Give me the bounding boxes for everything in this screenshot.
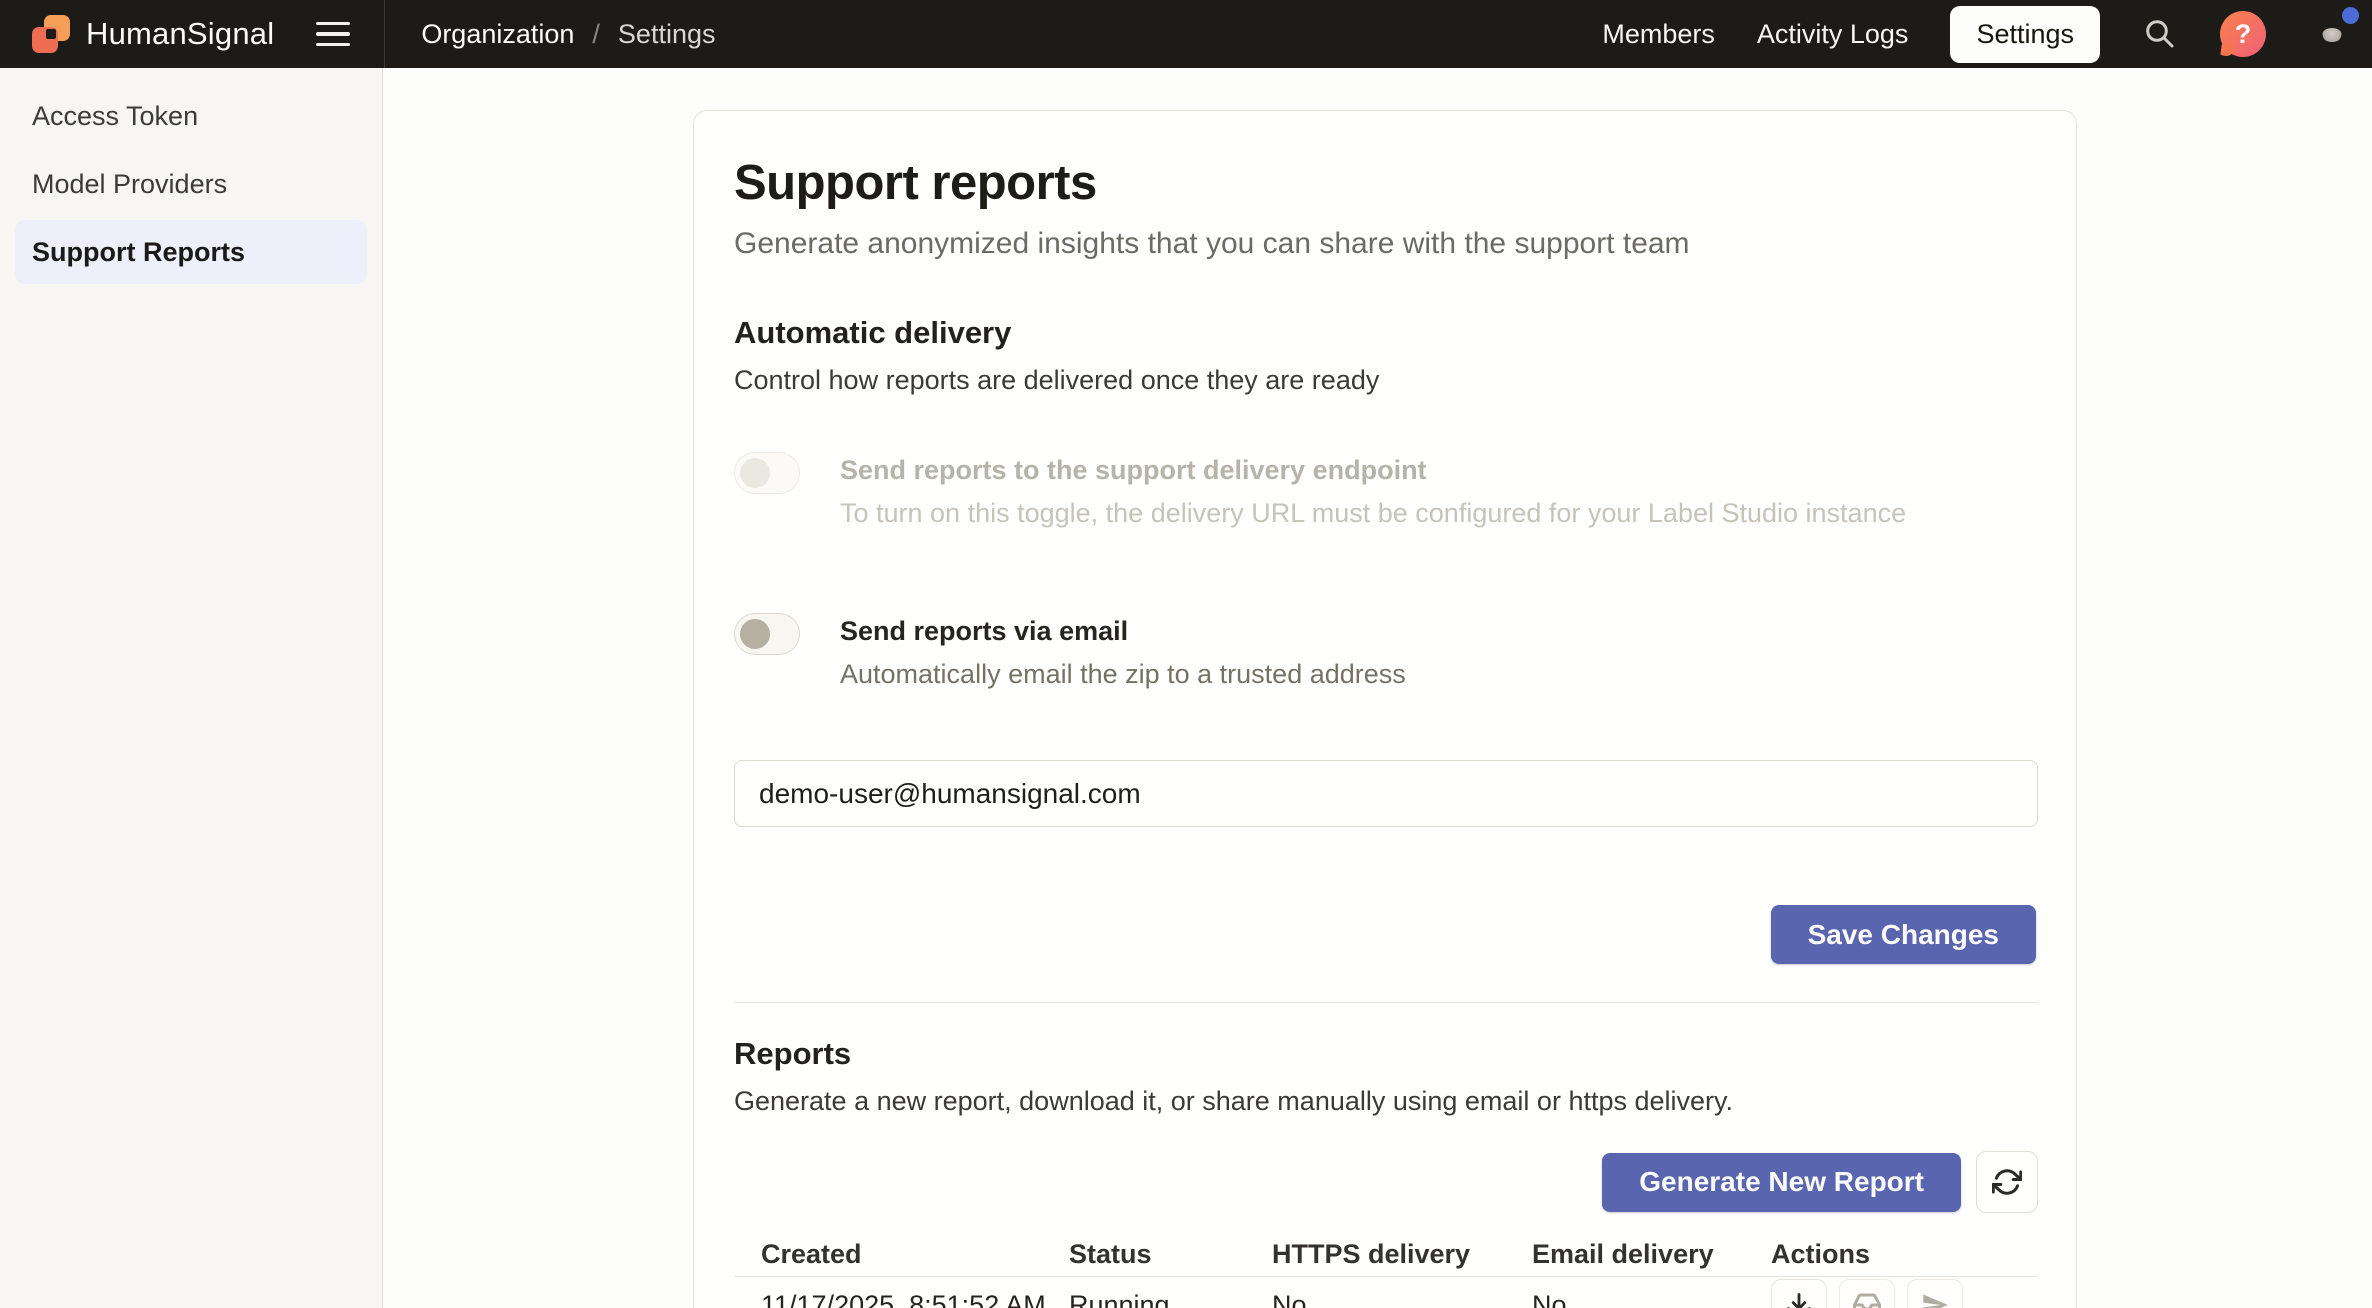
breadcrumb-organization[interactable]: Organization [421, 19, 574, 50]
col-created: Created [761, 1239, 1069, 1270]
download-icon [1785, 1291, 1813, 1308]
cell-https-delivery: No [1272, 1290, 1532, 1308]
email-report-button[interactable] [1839, 1279, 1895, 1308]
breadcrumb-settings[interactable]: Settings [618, 19, 716, 50]
main-content: Support reports Generate anonymized insi… [383, 68, 2372, 1308]
col-email-delivery: Email delivery [1532, 1239, 1771, 1270]
nav-activity-logs[interactable]: Activity Logs [1757, 19, 1909, 50]
reports-table: Created Status HTTPS delivery Email deli… [734, 1233, 2038, 1308]
reports-table-header: Created Status HTTPS delivery Email deli… [734, 1233, 2038, 1277]
email-delivery-toggle[interactable] [734, 613, 800, 655]
automatic-delivery-description: Control how reports are delivered once t… [734, 365, 2036, 396]
table-row: 11/17/2025, 8:51:52 AM Running No No [734, 1277, 2038, 1308]
user-avatar[interactable] [2308, 10, 2356, 58]
endpoint-toggle-helper: To turn on this toggle, the delivery URL… [840, 498, 1906, 529]
search-icon[interactable] [2142, 16, 2178, 52]
refresh-button[interactable] [1976, 1151, 2038, 1213]
page-subtitle: Generate anonymized insights that you ca… [734, 227, 2036, 261]
send-report-button[interactable] [1907, 1279, 1963, 1308]
brand-name: HumanSignal [86, 16, 274, 52]
cell-created: 11/17/2025, 8:51:52 AM [761, 1290, 1069, 1308]
download-report-button[interactable] [1771, 1279, 1827, 1308]
col-status: Status [1069, 1239, 1272, 1270]
sidebar-item-support-reports[interactable]: Support Reports [15, 220, 367, 284]
cell-actions [1771, 1279, 2038, 1308]
breadcrumb-separator: / [592, 19, 600, 50]
nav-settings[interactable]: Settings [1950, 6, 2100, 63]
topbar-divider [384, 0, 385, 68]
topbar-right: Members Activity Logs Settings ? [1602, 6, 2372, 63]
save-changes-button[interactable]: Save Changes [1771, 905, 2036, 964]
reports-section: Reports Generate a new report, download … [734, 1036, 2036, 1308]
settings-sidebar: Access Token Model Providers Support Rep… [0, 68, 383, 1308]
col-actions: Actions [1771, 1239, 2038, 1270]
section-divider [734, 1002, 2038, 1003]
breadcrumb: Organization / Settings [421, 19, 715, 50]
endpoint-delivery-toggle[interactable] [734, 452, 800, 494]
humansignal-logo-icon [30, 13, 72, 55]
topbar: HumanSignal Organization / Settings Memb… [0, 0, 2372, 68]
send-icon [1921, 1291, 1949, 1308]
sidebar-item-access-token[interactable]: Access Token [15, 84, 367, 148]
page-title: Support reports [734, 155, 2036, 211]
trusted-email-input[interactable] [734, 760, 2038, 827]
endpoint-toggle-row: Send reports to the support delivery end… [734, 452, 2036, 529]
help-question-glyph: ? [2235, 19, 2252, 50]
generate-new-report-button[interactable]: Generate New Report [1602, 1153, 1961, 1212]
refresh-icon [1992, 1167, 2022, 1197]
endpoint-toggle-label: Send reports to the support delivery end… [840, 455, 1906, 486]
automatic-delivery-section: Automatic delivery Control how reports a… [734, 315, 2036, 964]
brand-logo[interactable]: HumanSignal [0, 13, 274, 55]
reports-table-body: 11/17/2025, 8:51:52 AM Running No No [734, 1277, 2038, 1308]
email-toggle-label: Send reports via email [840, 616, 1406, 647]
inbox-icon [1852, 1290, 1882, 1308]
col-https-delivery: HTTPS delivery [1272, 1239, 1532, 1270]
support-reports-card: Support reports Generate anonymized insi… [693, 110, 2077, 1308]
help-icon[interactable]: ? [2220, 11, 2266, 57]
hamburger-menu-icon[interactable] [316, 16, 350, 53]
nav-members[interactable]: Members [1602, 19, 1715, 50]
cell-status: Running [1069, 1290, 1272, 1308]
cell-email-delivery: No [1532, 1290, 1771, 1308]
avatar-status-badge [2342, 7, 2359, 24]
reports-description: Generate a new report, download it, or s… [734, 1086, 2036, 1117]
reports-heading: Reports [734, 1036, 2036, 1072]
automatic-delivery-heading: Automatic delivery [734, 315, 2036, 351]
sidebar-item-model-providers[interactable]: Model Providers [15, 152, 367, 216]
email-toggle-row: Send reports via email Automatically ema… [734, 613, 2036, 690]
email-toggle-helper: Automatically email the zip to a trusted… [840, 659, 1406, 690]
